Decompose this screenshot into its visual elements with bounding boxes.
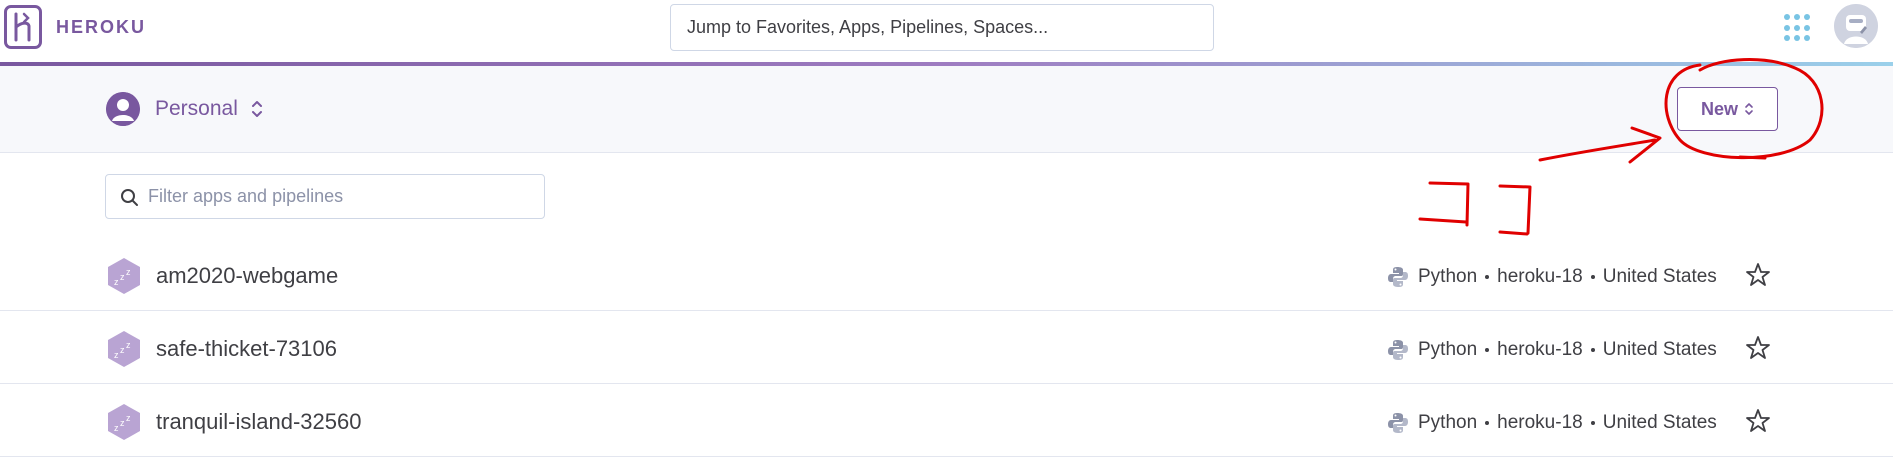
apps-grid-icon[interactable] bbox=[1784, 14, 1812, 42]
star-icon[interactable] bbox=[1745, 335, 1771, 361]
global-search-input[interactable] bbox=[670, 4, 1214, 51]
annotation-char-1 bbox=[1418, 181, 1470, 227]
app-region: United States bbox=[1602, 412, 1717, 433]
app-region: United States bbox=[1602, 266, 1717, 287]
svg-text:z: z bbox=[120, 418, 125, 428]
app-stack: heroku-18 bbox=[1497, 266, 1583, 287]
app-region: United States bbox=[1602, 339, 1717, 360]
chevron-up-down-icon[interactable] bbox=[250, 98, 264, 120]
svg-text:z: z bbox=[126, 340, 131, 350]
separator-dot bbox=[1485, 275, 1490, 279]
top-navigation: HEROKU bbox=[0, 0, 1893, 62]
new-button[interactable]: New bbox=[1677, 87, 1778, 131]
account-header: Personal New bbox=[0, 66, 1893, 153]
svg-text:z: z bbox=[126, 413, 131, 423]
chevron-up-down-icon bbox=[1745, 103, 1753, 115]
app-language: Python bbox=[1418, 412, 1478, 433]
app-metadata: Python heroku-18 United States bbox=[1386, 265, 1717, 289]
app-metadata: Python heroku-18 United States bbox=[1386, 338, 1717, 362]
app-name-link[interactable]: am2020-webgame bbox=[156, 263, 338, 289]
app-name-link[interactable]: tranquil-island-32560 bbox=[156, 409, 361, 435]
filter-apps-input[interactable] bbox=[146, 175, 536, 218]
sleeping-app-icon: z z z bbox=[108, 331, 140, 367]
star-icon[interactable] bbox=[1745, 408, 1771, 434]
app-stack: heroku-18 bbox=[1497, 339, 1583, 360]
svg-text:z: z bbox=[114, 423, 119, 433]
python-icon bbox=[1388, 413, 1408, 433]
heroku-logo-icon[interactable] bbox=[4, 5, 42, 49]
svg-text:z: z bbox=[126, 267, 131, 277]
app-language: Python bbox=[1418, 266, 1478, 287]
svg-text:z: z bbox=[120, 345, 125, 355]
svg-text:z: z bbox=[114, 350, 119, 360]
python-icon bbox=[1388, 267, 1408, 287]
annotation-circle-tail bbox=[1738, 155, 1767, 160]
svg-text:z: z bbox=[114, 277, 119, 287]
separator-dot bbox=[1590, 275, 1595, 279]
separator-dot bbox=[1590, 348, 1595, 352]
user-avatar-icon[interactable] bbox=[1834, 4, 1878, 48]
app-row[interactable]: z z z am2020-webgame Python heroku-18 Un… bbox=[0, 238, 1893, 311]
separator-dot bbox=[1485, 421, 1490, 425]
sleeping-app-icon: z z z bbox=[108, 258, 140, 294]
app-metadata: Python heroku-18 United States bbox=[1386, 411, 1717, 435]
python-icon bbox=[1388, 340, 1408, 360]
sleeping-app-icon: z z z bbox=[108, 404, 140, 440]
annotation-char-2 bbox=[1498, 184, 1532, 236]
app-stack: heroku-18 bbox=[1497, 412, 1583, 433]
brand-name[interactable]: HEROKU bbox=[56, 17, 146, 38]
star-icon[interactable] bbox=[1745, 262, 1771, 288]
svg-text:z: z bbox=[120, 272, 125, 282]
search-icon bbox=[121, 189, 138, 206]
new-button-label: New bbox=[1700, 98, 1738, 119]
personal-avatar-icon[interactable] bbox=[106, 92, 140, 126]
separator-dot bbox=[1590, 421, 1595, 425]
separator-dot bbox=[1485, 348, 1490, 352]
app-language: Python bbox=[1418, 339, 1478, 360]
app-name-link[interactable]: safe-thicket-73106 bbox=[156, 336, 337, 362]
app-row[interactable]: z z z tranquil-island-32560 Python herok… bbox=[0, 384, 1893, 457]
filter-box bbox=[105, 174, 545, 219]
app-row[interactable]: z z z safe-thicket-73106 Python heroku-1… bbox=[0, 311, 1893, 384]
account-switcher-label[interactable]: Personal bbox=[155, 97, 238, 121]
